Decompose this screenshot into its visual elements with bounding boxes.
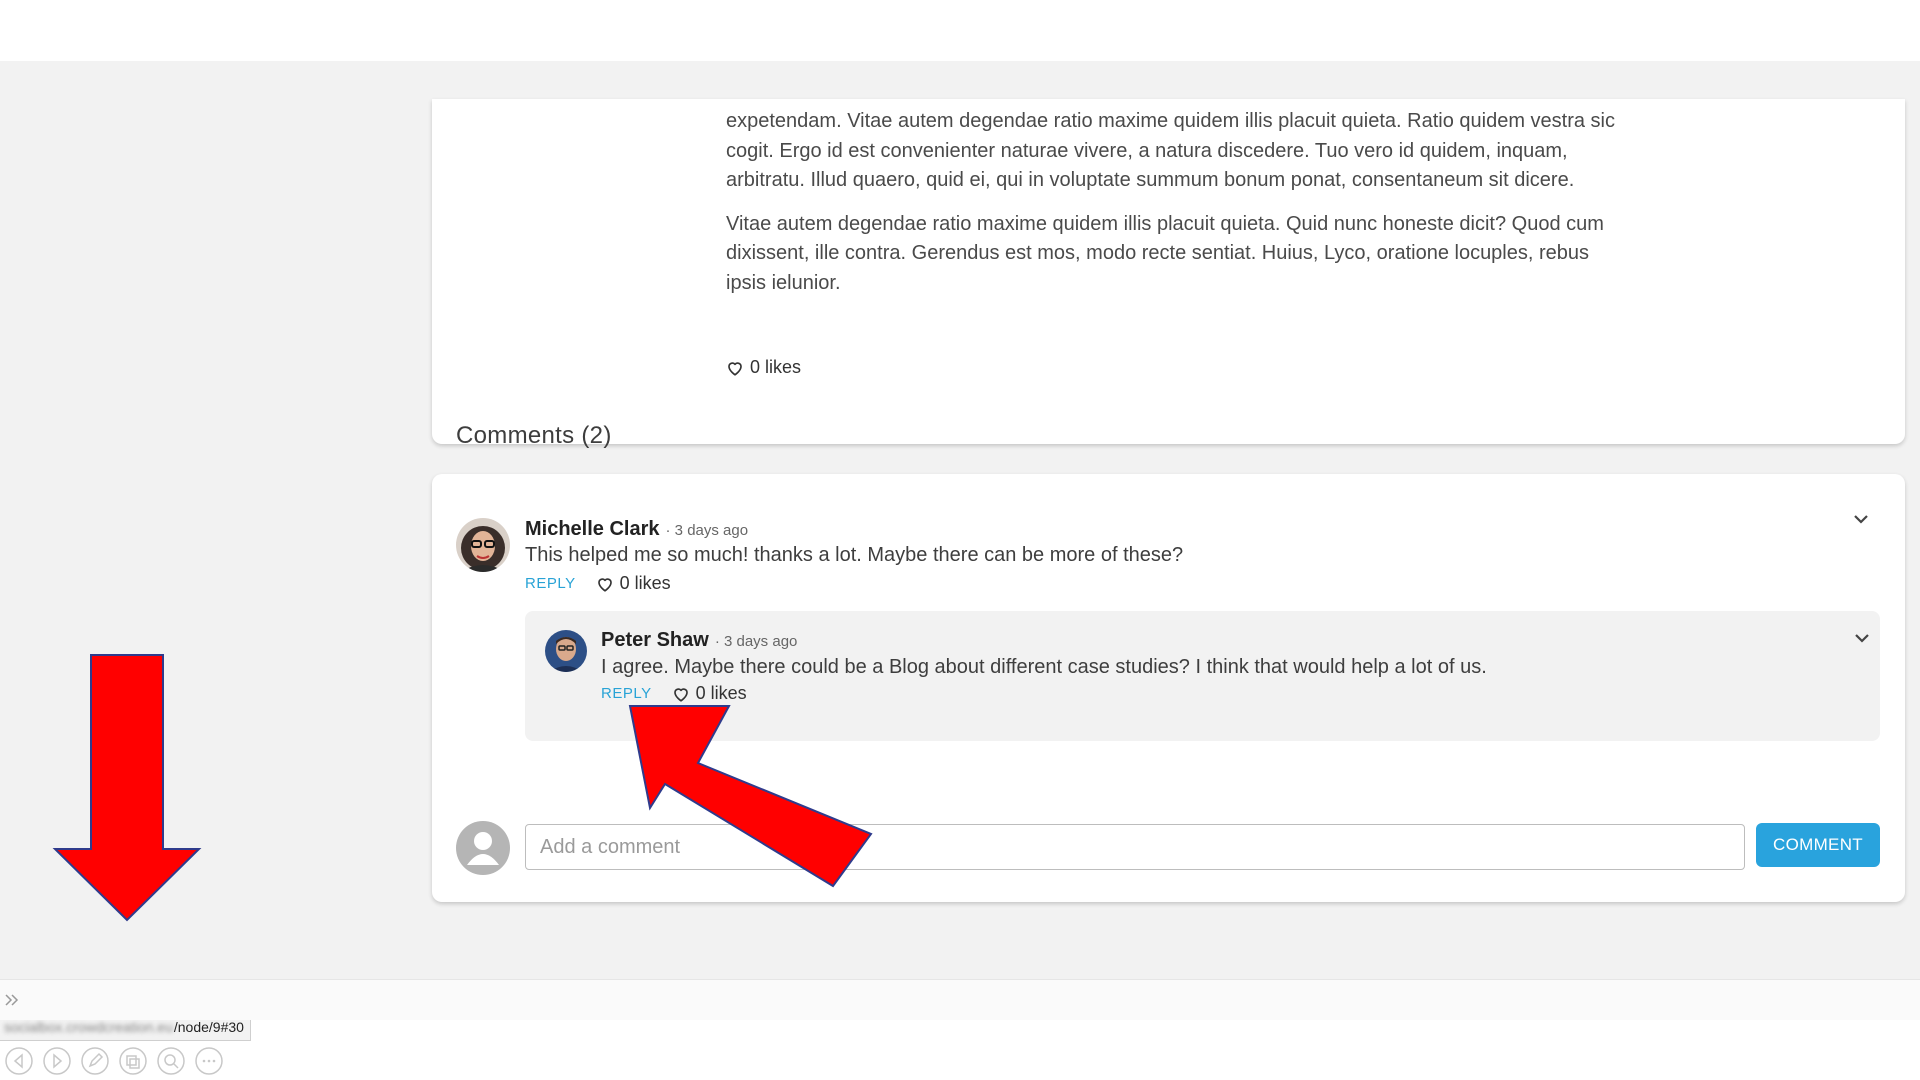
reply-text: I agree. Maybe there could be a Blog abo… [601,656,1487,678]
reply-author[interactable]: Peter Shaw [601,629,709,652]
heart-icon [597,577,612,592]
reply-time: · 3 days ago [714,633,798,650]
comments-card: Michelle Clark · 3 days ago This helped … [432,474,1905,902]
avatar[interactable] [456,518,510,572]
next-icon[interactable] [42,1046,72,1076]
comments-heading: Comments (2) [456,422,612,449]
reply-thread: Peter Shaw · 3 days ago I agree. Maybe t… [525,611,1880,741]
reply-button[interactable]: REPLY [601,685,652,702]
previous-icon[interactable] [4,1046,34,1076]
user-placeholder-icon [467,832,499,865]
comment-header: Michelle Clark · 3 days ago [525,518,748,541]
comment-like-button[interactable]: 0 likes [596,573,671,594]
chevron-down-icon[interactable] [1852,628,1872,648]
bottom-bar [0,979,1920,1020]
post-card: … expetendam. Vitae autem degendae ratio… [432,99,1905,444]
avatar[interactable] [545,630,587,672]
comment-text: This helped me so much! thanks a lot. Ma… [525,544,1184,566]
avatar-photo [545,630,587,672]
reply-like-button[interactable]: 0 likes [672,683,747,704]
reply-header: Peter Shaw · 3 days ago [601,629,797,652]
comment-submit-button[interactable]: COMMENT [1756,823,1880,867]
slides-icon[interactable] [118,1046,148,1076]
viewer-controls [4,1046,224,1076]
double-chevron-right-icon[interactable] [2,990,22,1010]
reply-like-count: 0 likes [695,683,747,703]
comment-author[interactable]: Michelle Clark [525,518,660,541]
post-body: … expetendam. Vitae autem degendae ratio… [726,99,1616,312]
comment-like-count: 0 likes [619,573,671,593]
current-user-avatar [456,821,510,875]
heart-icon [673,687,688,702]
avatar-photo [456,518,510,572]
post-like-button[interactable]: 0 likes [726,357,801,378]
post-like-count: 0 likes [750,357,802,377]
reply-button[interactable]: REPLY [525,575,576,592]
comment-input[interactable] [525,824,1745,870]
chevron-down-icon[interactable] [1851,509,1871,529]
pen-icon[interactable] [80,1046,110,1076]
post-paragraph: expetendam. Vitae autem degendae ratio m… [726,110,1616,191]
reply-actions: REPLY 0 likes [601,683,747,704]
page-background: … expetendam. Vitae autem degendae ratio… [0,61,1920,1041]
zoom-icon[interactable] [156,1046,186,1076]
more-icon[interactable] [194,1046,224,1076]
comment-time: · 3 days ago [665,522,749,539]
comment-actions: REPLY 0 likes [525,573,671,594]
post-paragraph: Vitae autem degendae ratio maxime quidem… [726,212,1604,294]
heart-icon [728,361,742,376]
